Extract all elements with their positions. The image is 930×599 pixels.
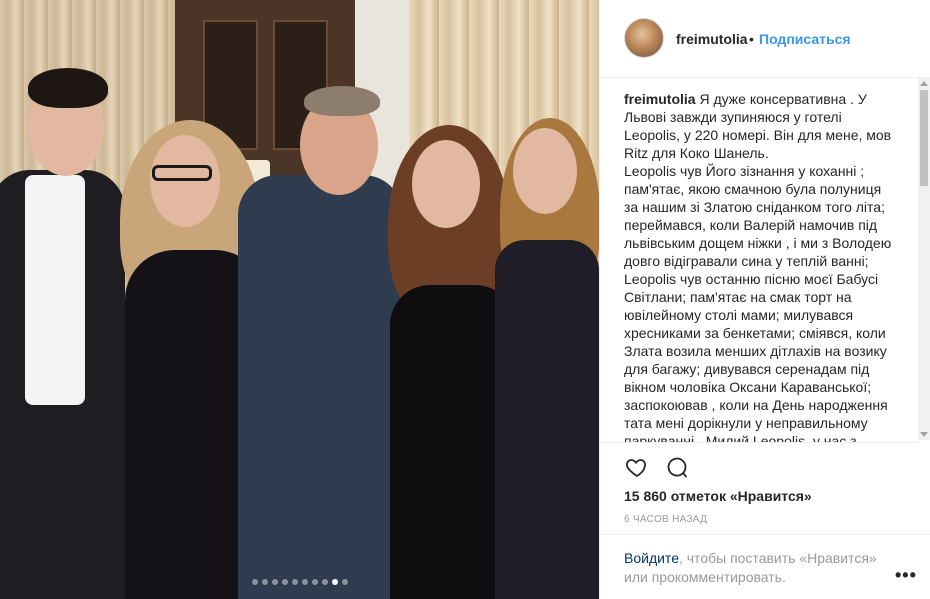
caption-area: freimutolia Я дуже консервативна . У Льв…: [624, 90, 916, 442]
caption-line: Світлани; пам'ятає на смак торт на: [624, 289, 852, 305]
login-prompt: Войдите, чтобы поставить «Нравится» или …: [624, 549, 884, 587]
caption-line: пам'ятає, якою смачною була полуниця: [624, 181, 882, 197]
caption-line: тата мені дорікнули у неправильному: [624, 415, 868, 431]
caption-text: freimutolia Я дуже консервативна . У Льв…: [624, 90, 916, 442]
caption-line: Львові завжди зупиняюся у готелі: [624, 109, 842, 125]
carousel-dot[interactable]: [301, 579, 308, 585]
carousel-indicator: [0, 579, 599, 585]
carousel-dot[interactable]: [341, 579, 348, 585]
carousel-dot[interactable]: [311, 579, 318, 585]
scroll-down-arrow-icon[interactable]: [920, 432, 928, 437]
post-timestamp[interactable]: 6 ЧАСОВ НАЗАД: [624, 514, 707, 525]
caption-scrollbar[interactable]: [918, 78, 930, 440]
caption-line: ювілейному столі мами; милувався: [624, 307, 854, 323]
scroll-up-arrow-icon[interactable]: [920, 81, 928, 86]
actions-divider: [600, 442, 918, 443]
carousel-dot[interactable]: [271, 579, 278, 585]
header-separator: •: [749, 31, 754, 47]
carousel-dot[interactable]: [291, 579, 298, 585]
carousel-dot[interactable]: [321, 579, 328, 585]
carousel-dot[interactable]: [281, 579, 288, 585]
heart-icon[interactable]: [624, 455, 650, 479]
caption-line: Leopolis чув останню пісню моєї Бабусі: [624, 271, 879, 287]
caption-line: довго відігравали сина у теплій ванні;: [624, 253, 869, 269]
post-photo[interactable]: [0, 0, 599, 599]
caption-line: Leopolis, у 220 номері. Він для мене, мо…: [624, 127, 892, 143]
post-side-panel: freimutolia • Подписаться freimutolia Я …: [599, 0, 930, 599]
user-avatar[interactable]: [624, 18, 664, 58]
caption-line: Leopolis чув Його зізнання у коханні ;: [624, 163, 865, 179]
caption-line: львівським дощем ніжки , і ми з Володею: [624, 235, 892, 251]
more-options-icon[interactable]: •••: [895, 565, 917, 586]
caption-line: заспокоював , коли на День народження: [624, 397, 888, 413]
caption-line: за нашим зі Златою сніданком того літа;: [624, 199, 885, 215]
caption-line: freimutolia Я дуже консервативна . У: [624, 91, 867, 107]
caption-line: для багажу; дивувався серенадам під: [624, 361, 870, 377]
caption-line: паркуванні . Милий Leopolis, у нас з: [624, 433, 857, 442]
header-username[interactable]: freimutolia: [676, 31, 748, 47]
carousel-dot[interactable]: [251, 579, 258, 585]
caption-line: Ritz для Коко Шанель.: [624, 145, 769, 161]
caption-username[interactable]: freimutolia: [624, 91, 696, 107]
follow-button[interactable]: Подписаться: [759, 31, 851, 47]
caption-line: хресниками за бенкетами; сміявся, коли: [624, 325, 886, 341]
likes-count[interactable]: 15 860 отметок «Нравится»: [624, 488, 812, 504]
comment-icon[interactable]: [664, 455, 690, 479]
caption-line: Злата возила менших дітлахів на возику: [624, 343, 887, 359]
caption-line: переймався, коли Валерій намочив під: [624, 217, 878, 233]
carousel-dot[interactable]: [331, 579, 338, 585]
carousel-dot[interactable]: [261, 579, 268, 585]
scrollbar-thumb[interactable]: [920, 90, 928, 186]
caption-line: вікном чоловіка Оксани Караванської;: [624, 379, 872, 395]
login-link[interactable]: Войдите: [624, 550, 679, 566]
